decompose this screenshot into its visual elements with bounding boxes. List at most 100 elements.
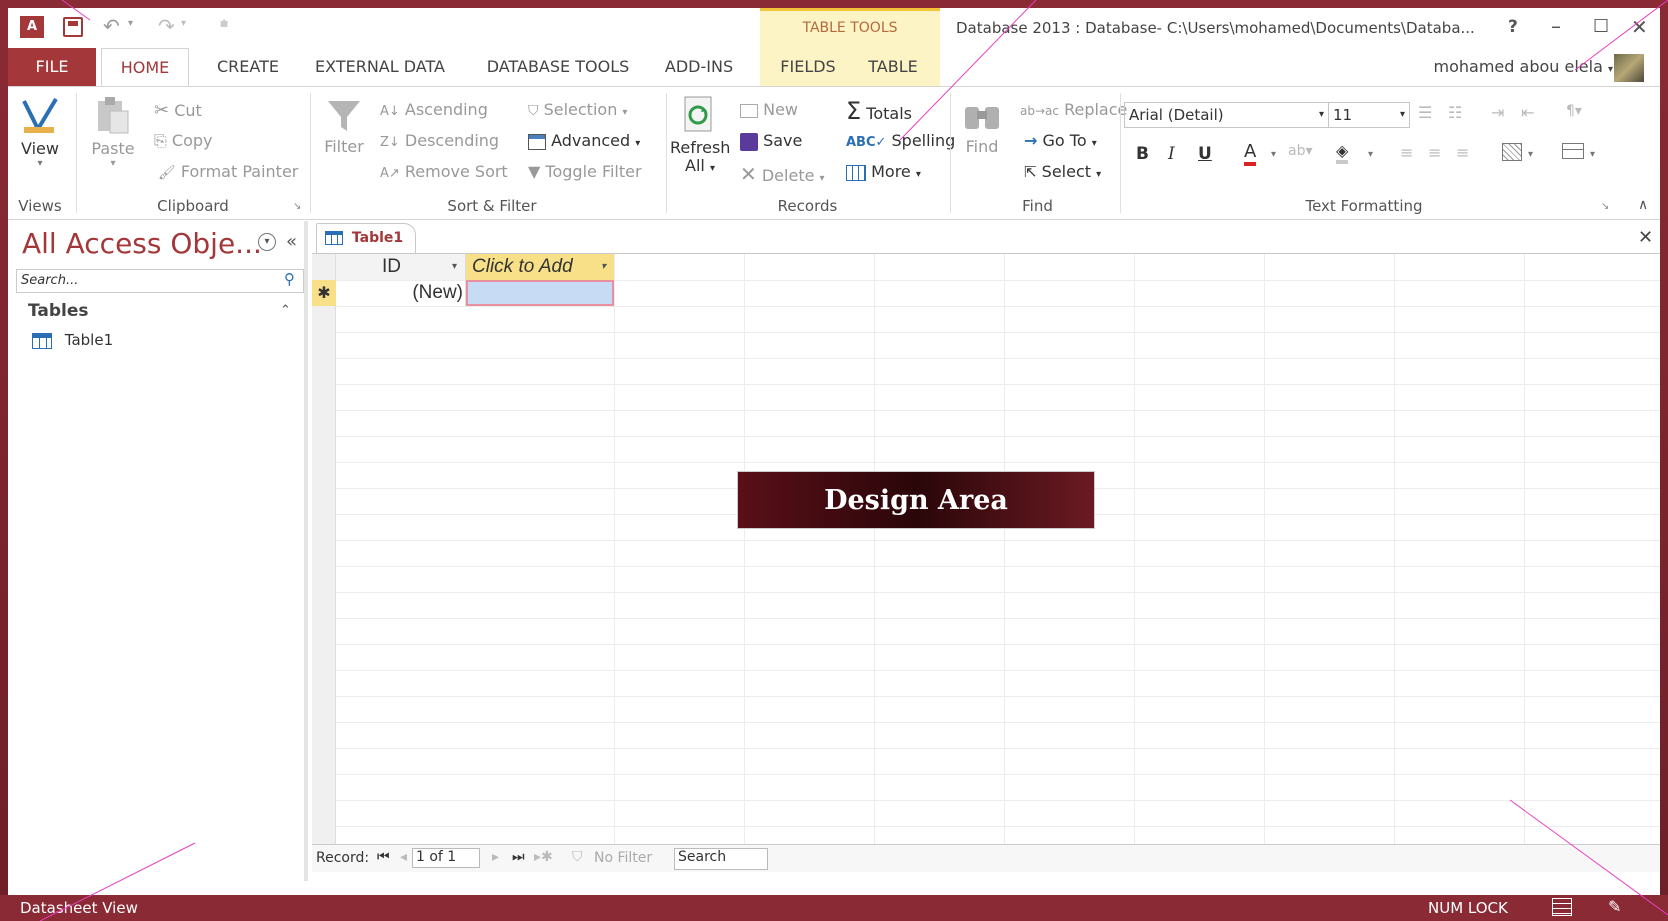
underline-button[interactable]: U (1198, 144, 1212, 164)
collapse-ribbon-icon[interactable]: ∧ (1638, 197, 1648, 213)
highlight-icon[interactable]: ab▾ (1288, 143, 1313, 159)
view-button[interactable]: View ▾ (14, 93, 66, 183)
dialog-launcher-icon[interactable]: ↘ (293, 201, 301, 212)
find-button[interactable]: Find (960, 99, 1004, 156)
section-collapse-icon[interactable]: ⌃ (280, 303, 291, 318)
font-size-select[interactable]: 11 ▾ (1328, 102, 1410, 128)
close-button[interactable]: ✕ (1631, 15, 1648, 39)
italic-button[interactable]: I (1168, 144, 1175, 164)
numbering-icon[interactable]: ☷ (1448, 103, 1462, 122)
remove-sort-button[interactable]: A↗ Remove Sort (380, 162, 508, 181)
nav-item-table1[interactable]: Table1 (32, 331, 113, 349)
next-record-icon[interactable]: ▸ (492, 849, 499, 865)
first-record-icon[interactable]: ⏮ (377, 849, 390, 865)
design-view-icon[interactable]: ✎ (1608, 897, 1621, 916)
new-row-id-cell[interactable]: (New) (336, 280, 466, 306)
fill-color-icon[interactable]: ◈ (1336, 141, 1349, 164)
format-painter-button[interactable]: 🖌 Format Painter (158, 162, 298, 181)
align-right-icon[interactable]: ≡ (1456, 143, 1469, 162)
totals-button[interactable]: Σ Totals (846, 97, 912, 125)
delete-record-button[interactable]: ✕ Delete ▾ (740, 162, 825, 186)
paste-button[interactable]: Paste ▾ (88, 95, 138, 169)
column-header-id[interactable]: ID ▾ (336, 254, 466, 280)
chevron-down-icon[interactable]: ▾ (1528, 149, 1533, 160)
no-filter-label[interactable]: No Filter (594, 850, 652, 866)
cut-button[interactable]: ✂ Cut (154, 100, 202, 121)
nav-search-input[interactable]: Search... (16, 269, 304, 293)
minimize-button[interactable]: – (1551, 14, 1561, 38)
search-icon[interactable]: ⚲ (284, 270, 295, 288)
replace-button[interactable]: ab→ac Replace (1020, 100, 1127, 119)
datasheet-view-icon[interactable] (1552, 898, 1572, 916)
toggle-filter-button[interactable]: ▼ Toggle Filter (528, 162, 642, 181)
column-header-click-to-add[interactable]: Click to Add ▾ (466, 254, 614, 280)
bullets-icon[interactable]: ☰ (1418, 103, 1432, 122)
new-record-nav-icon[interactable]: ▸✱ (534, 849, 553, 865)
filter-button[interactable]: Filter (322, 97, 366, 156)
refresh-all-button[interactable]: Refresh All ▾ (670, 95, 730, 178)
tab-fields[interactable]: FIELDS (773, 48, 843, 86)
separator (76, 93, 77, 213)
tab-table[interactable]: TABLE (858, 48, 928, 86)
more-button[interactable]: More ▾ (846, 162, 921, 181)
close-document-icon[interactable]: ✕ (1638, 227, 1653, 248)
grid-line (1394, 254, 1395, 844)
user-name[interactable]: mohamed abou elela ▾ (1413, 48, 1613, 86)
decrease-indent-icon[interactable]: ⇤ (1521, 103, 1534, 122)
spelling-button[interactable]: ABC✓ Spelling (846, 131, 955, 150)
tab-database-tools[interactable]: DATABASE TOOLS (478, 48, 638, 86)
tab-create[interactable]: CREATE (200, 48, 296, 86)
redo-icon[interactable]: ↷ (158, 14, 175, 38)
copy-button[interactable]: ⎘ Copy (154, 131, 213, 151)
tab-file[interactable]: FILE (8, 48, 96, 86)
nav-pane-title[interactable]: All Access Obje... (22, 227, 262, 260)
select-button[interactable]: ⇱ Select ▾ (1024, 162, 1101, 181)
tab-home[interactable]: HOME (101, 48, 189, 87)
tab-table1[interactable]: Table1 (316, 223, 416, 253)
redo-dropdown-icon[interactable]: ▾ (181, 18, 186, 29)
toggle-filter-icon: ▼ (528, 162, 541, 181)
nav-pane-menu-icon[interactable]: ▾ (258, 233, 276, 251)
dialog-launcher-icon[interactable]: ↘ (1601, 201, 1609, 212)
align-left-icon[interactable]: ≡ (1400, 143, 1413, 162)
tab-add-ins[interactable]: ADD-INS (658, 48, 740, 86)
grid-line (336, 358, 1660, 359)
undo-dropdown-icon[interactable]: ▾ (128, 18, 133, 29)
tab-external-data[interactable]: EXTERNAL DATA (308, 48, 452, 86)
maximize-button[interactable]: ☐ (1593, 16, 1609, 37)
goto-button[interactable]: → Go To ▾ (1024, 131, 1097, 150)
help-button[interactable]: ? (1508, 17, 1518, 37)
record-search-input[interactable]: Search (674, 848, 768, 870)
gridlines-icon[interactable] (1502, 143, 1522, 161)
font-color-icon[interactable]: A (1244, 142, 1257, 166)
nav-pane-collapse-icon[interactable]: « (286, 231, 297, 252)
nav-section-tables[interactable]: Tables (28, 301, 89, 321)
increase-indent-icon[interactable]: ⇥ (1491, 103, 1504, 122)
chevron-down-icon: ▾ (709, 163, 715, 174)
ascending-button[interactable]: A↓ Ascending (380, 100, 488, 119)
descending-button[interactable]: Z↓ Descending (380, 131, 499, 150)
scissors-icon: ✂ (154, 100, 170, 121)
previous-record-icon[interactable]: ◂ (400, 849, 407, 865)
new-row-active-cell[interactable] (466, 280, 614, 306)
avatar[interactable] (1614, 54, 1644, 82)
alt-row-color-icon[interactable] (1562, 143, 1584, 159)
selection-filter-icon: ⛉ (528, 103, 539, 119)
new-record-button[interactable]: New (740, 100, 798, 119)
group-label-text-formatting: Text Formatting (1305, 197, 1423, 215)
chevron-down-icon[interactable]: ▾ (1590, 149, 1595, 160)
font-name-select[interactable]: Arial (Detail) ▾ (1124, 102, 1329, 128)
save-record-button[interactable]: Save (740, 131, 802, 151)
selection-button[interactable]: ⛉ Selection ▾ (528, 100, 627, 119)
paragraph-direction-icon[interactable]: ¶▾ (1566, 103, 1582, 119)
bold-button[interactable]: B (1136, 144, 1149, 164)
save-icon[interactable] (63, 17, 83, 37)
customize-qat-icon[interactable]: ⩧ (220, 16, 228, 32)
current-record-input[interactable]: 1 of 1 (412, 848, 480, 868)
advanced-button[interactable]: Advanced ▾ (528, 131, 640, 150)
undo-icon[interactable]: ↶ (103, 14, 120, 38)
last-record-icon[interactable]: ⏭ (512, 849, 525, 865)
align-center-icon[interactable]: ≡ (1428, 143, 1441, 162)
chevron-down-icon[interactable]: ▾ (1368, 149, 1373, 160)
chevron-down-icon[interactable]: ▾ (1271, 149, 1276, 160)
